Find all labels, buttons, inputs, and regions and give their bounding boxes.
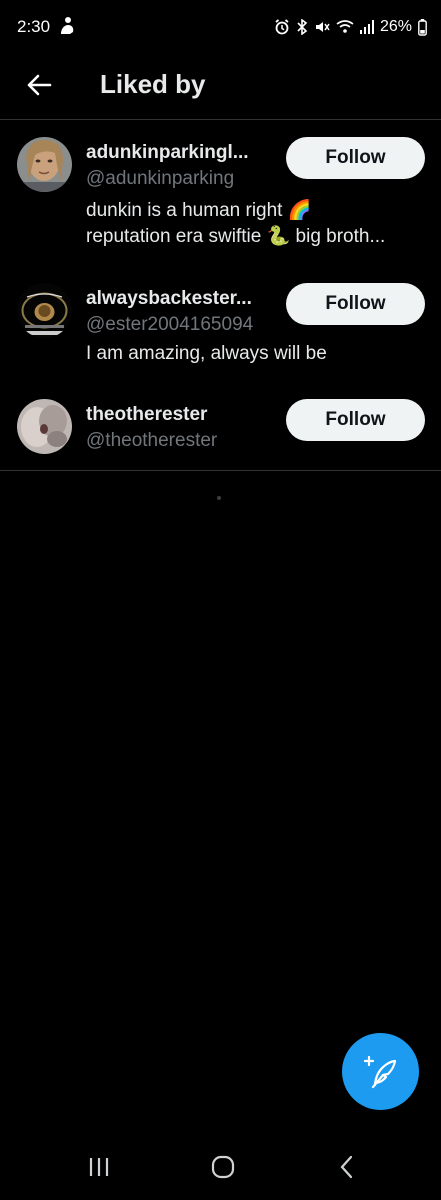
status-icons: 26% bbox=[274, 16, 427, 38]
follow-button[interactable]: Follow bbox=[286, 399, 425, 441]
user-list-item[interactable]: adunkinparkingl... @adunkinparking dunki… bbox=[0, 120, 441, 268]
system-back-button[interactable] bbox=[327, 1152, 367, 1182]
user-handle[interactable]: @adunkinparking bbox=[86, 168, 234, 190]
page-title: Liked by bbox=[100, 69, 206, 99]
user-avatar[interactable] bbox=[17, 283, 72, 338]
user-handle[interactable]: @ester2004165094 bbox=[86, 314, 253, 336]
recent-apps-button[interactable] bbox=[79, 1152, 119, 1182]
follow-button[interactable]: Follow bbox=[286, 283, 425, 325]
notification-icon bbox=[58, 16, 76, 36]
compose-feather-icon bbox=[363, 1055, 396, 1088]
list-divider bbox=[0, 470, 441, 471]
battery-label: 26% bbox=[379, 18, 412, 35]
loading-indicator bbox=[217, 496, 221, 500]
mute-icon bbox=[314, 19, 330, 35]
user-avatar[interactable] bbox=[17, 137, 72, 192]
compose-button[interactable] bbox=[342, 1033, 419, 1110]
system-nav-bar bbox=[0, 1134, 441, 1200]
battery-icon bbox=[418, 18, 427, 36]
status-time: 2:30 bbox=[17, 17, 51, 36]
home-button[interactable] bbox=[203, 1152, 243, 1182]
user-display-name[interactable]: adunkinparkingl... bbox=[86, 142, 249, 164]
status-bar: 2:30 26% bbox=[0, 0, 441, 56]
user-handle[interactable]: @theotherester bbox=[86, 430, 217, 452]
recent-apps-icon bbox=[89, 1158, 109, 1176]
chevron-left-icon bbox=[340, 1155, 353, 1179]
user-display-name[interactable]: theotherester bbox=[86, 404, 207, 426]
user-bio-line: I am amazing, always will be bbox=[86, 343, 327, 364]
back-arrow-icon bbox=[27, 74, 52, 96]
bluetooth-icon bbox=[296, 19, 308, 35]
home-icon bbox=[211, 1155, 235, 1179]
back-button[interactable] bbox=[20, 66, 58, 104]
user-avatar[interactable] bbox=[17, 399, 72, 454]
wifi-icon bbox=[336, 19, 354, 35]
page-header: Liked by bbox=[0, 56, 441, 120]
user-bio-line: reputation era swiftie 🐍 big broth... bbox=[86, 226, 386, 247]
signal-icon bbox=[359, 20, 374, 34]
follow-button[interactable]: Follow bbox=[286, 137, 425, 179]
user-display-name[interactable]: alwaysbackester... bbox=[86, 288, 252, 310]
alarm-icon bbox=[274, 19, 290, 35]
user-list-item[interactable]: alwaysbackester... @ester2004165094 I am… bbox=[0, 268, 441, 384]
user-bio-line: dunkin is a human right 🌈 bbox=[86, 200, 312, 221]
user-list-item[interactable]: theotherester @theotherester Follow bbox=[0, 384, 441, 470]
